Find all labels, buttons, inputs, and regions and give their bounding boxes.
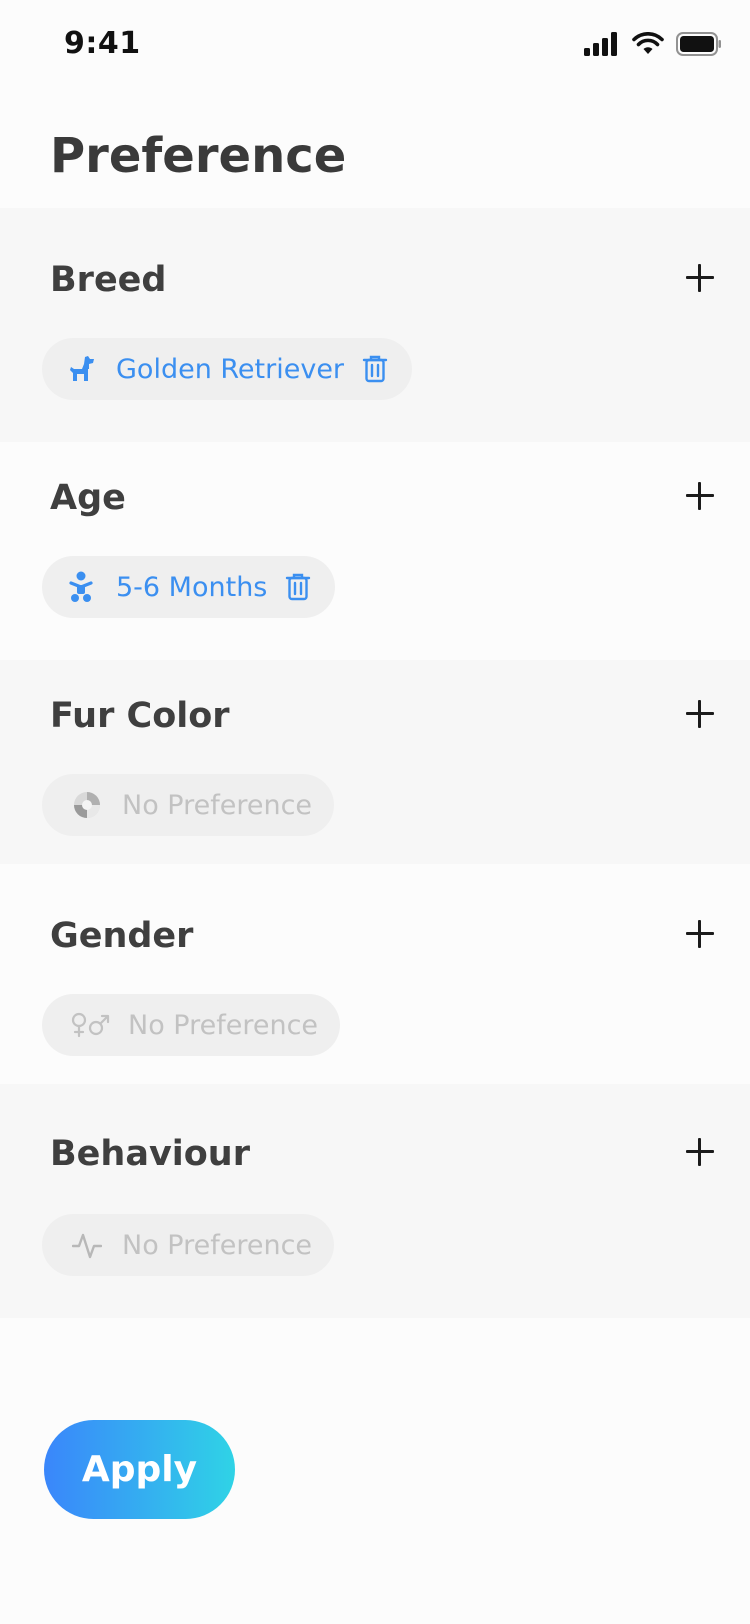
- behaviour-section: Behaviour No Preference: [0, 1084, 750, 1318]
- fur-color-chip[interactable]: No Preference: [42, 774, 335, 836]
- battery-icon: [676, 32, 721, 56]
- gender-title: Gender: [50, 916, 194, 956]
- add-fur-color-button[interactable]: [682, 696, 718, 732]
- age-value: 5-6 Months: [116, 571, 268, 603]
- age-chip[interactable]: 5-6 Months: [42, 556, 336, 618]
- fur-color-section: Fur Color No Preference: [0, 660, 750, 864]
- trash-icon[interactable]: [283, 571, 313, 603]
- behaviour-value: No Preference: [122, 1229, 313, 1261]
- gender-section: Gender No Preference: [0, 864, 750, 1084]
- status-icons: [584, 32, 722, 56]
- baby-icon: [64, 570, 98, 604]
- behaviour-chip[interactable]: No Preference: [42, 1214, 335, 1276]
- add-behaviour-button[interactable]: [682, 1134, 718, 1170]
- status-time: 9:41: [64, 26, 141, 61]
- wifi-icon: [632, 32, 664, 54]
- color-wheel-icon: [70, 788, 104, 822]
- add-gender-button[interactable]: [682, 916, 718, 952]
- add-age-button[interactable]: [682, 478, 718, 514]
- fur-color-value: No Preference: [122, 789, 313, 821]
- fur-color-title: Fur Color: [50, 696, 230, 736]
- breed-chip[interactable]: Golden Retriever: [42, 338, 413, 400]
- gender-icon: [70, 1008, 110, 1042]
- add-breed-button[interactable]: [682, 260, 718, 296]
- age-section: Age 5-6 Months: [0, 442, 750, 660]
- gender-value: No Preference: [128, 1009, 319, 1041]
- apply-button[interactable]: Apply: [44, 1420, 235, 1519]
- age-title: Age: [50, 478, 126, 518]
- page-title: Preference: [50, 128, 347, 184]
- cellular-signal-icon: [584, 32, 617, 56]
- trash-icon[interactable]: [360, 353, 390, 385]
- breed-title: Breed: [50, 260, 167, 300]
- dog-icon: [64, 352, 98, 386]
- gender-chip[interactable]: No Preference: [42, 994, 341, 1056]
- breed-section: Breed Golden Retriever: [0, 208, 750, 442]
- breed-value: Golden Retriever: [116, 353, 345, 385]
- activity-icon: [70, 1228, 104, 1262]
- behaviour-title: Behaviour: [50, 1134, 250, 1174]
- status-bar: 9:41: [0, 0, 750, 90]
